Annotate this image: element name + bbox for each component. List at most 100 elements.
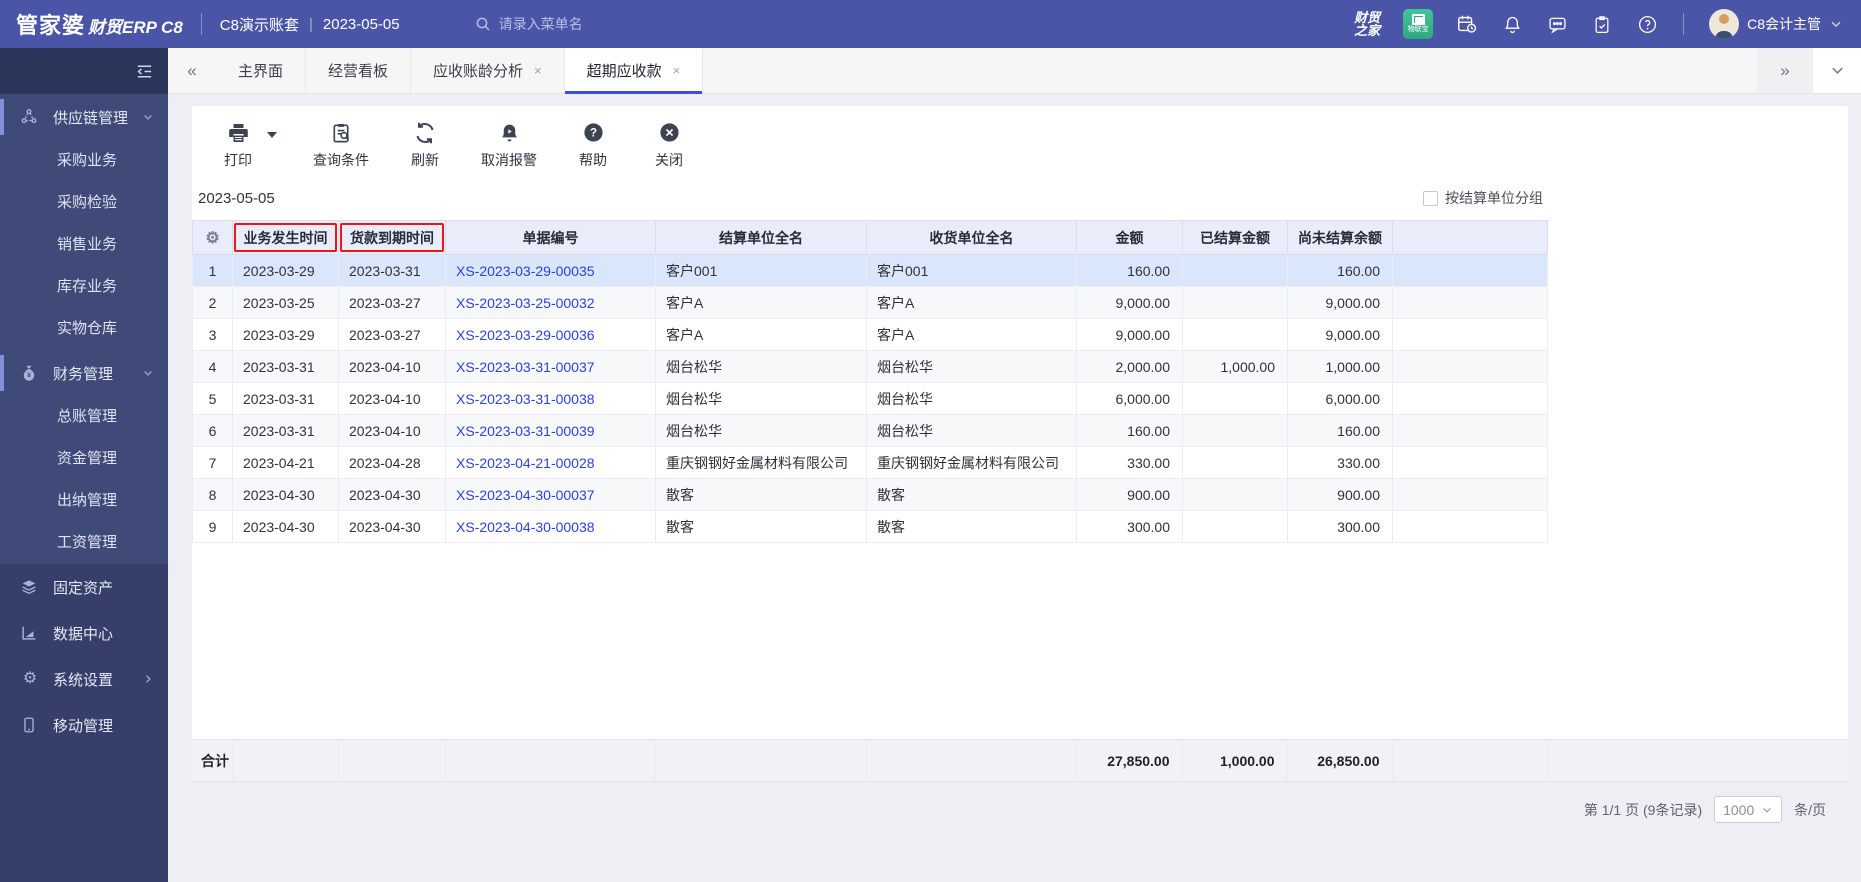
cell-doc_no[interactable]: XS-2023-04-30-00037 [446, 479, 656, 511]
menu-search[interactable] [475, 16, 649, 32]
cell-settle_unit: 烟台松华 [656, 351, 867, 383]
page-size-select[interactable]: 1000 [1714, 796, 1782, 823]
table-row[interactable]: 12023-03-292023-03-31XS-2023-03-29-00035… [193, 255, 1548, 287]
sidebar-item-funds-management[interactable]: 资金管理 [0, 438, 168, 480]
tabs-scroll-right-button[interactable]: » [1757, 48, 1813, 93]
cell-doc_no[interactable]: XS-2023-04-30-00038 [446, 511, 656, 543]
menu-search-input[interactable] [499, 16, 649, 32]
print-dropdown-caret[interactable] [267, 132, 277, 138]
cell-settled_amount [1183, 319, 1288, 351]
wulianbao-app-icon[interactable]: 物联宝 [1403, 9, 1433, 39]
cell-doc_no[interactable]: XS-2023-03-29-00036 [446, 319, 656, 351]
cell-filler [1393, 415, 1548, 447]
column-header-unsettled_balance[interactable]: 尚未结算余额 [1288, 221, 1393, 255]
sidebar-item-physical-warehouse[interactable]: 实物仓库 [0, 308, 168, 350]
cancel-alarm-button[interactable]: 取消报警 [481, 120, 537, 170]
app-logo: 管家婆 财贸ERP C8 [16, 8, 183, 40]
query-conditions-button[interactable]: 查询条件 [313, 120, 369, 170]
cell-rownum: 7 [193, 447, 233, 479]
cell-doc_no[interactable]: XS-2023-03-31-00037 [446, 351, 656, 383]
table-row[interactable]: 92023-04-302023-04-30XS-2023-04-30-00038… [193, 511, 1548, 543]
column-header-settle_unit[interactable]: 结算单位全名 [656, 221, 867, 255]
cell-amount: 6,000.00 [1077, 383, 1183, 415]
bell-icon[interactable] [1501, 13, 1523, 35]
cell-filler [1393, 287, 1548, 319]
divider: | [309, 16, 313, 33]
sidebar-collapse-icon[interactable] [135, 62, 154, 81]
cell-rownum: 5 [193, 383, 233, 415]
column-header-filler[interactable] [1393, 221, 1548, 255]
close-report-button[interactable]: 关闭 [649, 120, 689, 170]
close-icon[interactable]: × [534, 63, 542, 78]
sidebar-item-data-center[interactable]: 数据中心 [0, 610, 168, 656]
column-settings-icon[interactable]: ⚙ [205, 230, 219, 247]
caimao-home-logo[interactable]: 财贸 之家 [1354, 11, 1380, 37]
tabs-dropdown-button[interactable] [1813, 48, 1861, 93]
sidebar-item-finance[interactable]: ¥ 财务管理 [0, 350, 168, 396]
cell-doc_no[interactable]: XS-2023-03-29-00035 [446, 255, 656, 287]
column-header-rownum[interactable]: ⚙ [193, 221, 233, 255]
sidebar-item-inventory-business[interactable]: 库存业务 [0, 266, 168, 308]
cell-unsettled_balance: 9,000.00 [1288, 287, 1393, 319]
sidebar-item-general-ledger[interactable]: 总账管理 [0, 396, 168, 438]
cell-doc_no[interactable]: XS-2023-04-21-00028 [446, 447, 656, 479]
column-header-doc_no[interactable]: 单据编号 [446, 221, 656, 255]
cell-settle_unit: 客户A [656, 287, 867, 319]
sidebar-item-purchase-business[interactable]: 采购业务 [0, 140, 168, 182]
alarm-bell-icon [498, 120, 521, 145]
sidebar-item-fixed-assets[interactable]: 固定资产 [0, 564, 168, 610]
table-row[interactable]: 62023-03-312023-04-10XS-2023-03-31-00039… [193, 415, 1548, 447]
cell-doc_no[interactable]: XS-2023-03-25-00032 [446, 287, 656, 319]
checkbox[interactable] [1423, 191, 1438, 206]
user-menu[interactable]: C8会计主管 [1709, 9, 1843, 39]
message-icon[interactable] [1546, 13, 1568, 35]
clipboard-check-icon[interactable] [1591, 13, 1613, 35]
column-header-settled_amount[interactable]: 已结算金额 [1183, 221, 1288, 255]
tab-business-dashboard[interactable]: 经营看板 [306, 48, 411, 93]
table-row[interactable]: 32023-03-292023-03-27XS-2023-03-29-00036… [193, 319, 1548, 351]
svg-text:?: ? [589, 128, 596, 140]
cell-settle_unit: 重庆钢钢好金属材料有限公司 [656, 447, 867, 479]
column-header-receive_unit[interactable]: 收货单位全名 [867, 221, 1077, 255]
tabs-scroll-left-button[interactable]: « [168, 48, 216, 93]
per-page-label: 条/页 [1794, 800, 1826, 820]
table-row[interactable]: 42023-03-312023-04-10XS-2023-03-31-00037… [193, 351, 1548, 383]
column-header-due_date[interactable]: 货款到期时间 [339, 221, 446, 255]
total-cell-rownum: 合计 [192, 740, 232, 782]
sidebar-item-supply-chain[interactable]: 供应链管理 [0, 94, 168, 140]
tab-main-screen[interactable]: 主界面 [216, 48, 306, 93]
calendar-clock-icon[interactable] [1456, 13, 1478, 35]
sidebar-item-purchase-inspection[interactable]: 采购检验 [0, 182, 168, 224]
print-button[interactable]: 打印 [218, 120, 258, 170]
help-icon[interactable] [1636, 13, 1658, 35]
cell-doc_no[interactable]: XS-2023-03-31-00038 [446, 383, 656, 415]
help-button[interactable]: ? 帮助 [573, 120, 613, 170]
page-info: 第 1/1 页 (9条记录) [1584, 800, 1702, 820]
grid-empty-space [192, 543, 1848, 739]
sidebar-item-sales-business[interactable]: 销售业务 [0, 224, 168, 266]
sidebar-item-system-settings[interactable]: ⚙ 系统设置 [0, 656, 168, 702]
refresh-button[interactable]: 刷新 [405, 120, 445, 170]
tab-receivables-aging[interactable]: 应收账龄分析 × [411, 48, 565, 93]
column-header-amount[interactable]: 金额 [1077, 221, 1183, 255]
cell-receive_unit: 客户A [867, 319, 1077, 351]
table-row[interactable]: 82023-04-302023-04-30XS-2023-04-30-00037… [193, 479, 1548, 511]
tab-overdue-receivables[interactable]: 超期应收款 × [565, 48, 704, 93]
table-row[interactable]: 22023-03-252023-03-27XS-2023-03-25-00032… [193, 287, 1548, 319]
table-row[interactable]: 72023-04-212023-04-28XS-2023-04-21-00028… [193, 447, 1548, 479]
close-icon[interactable]: × [673, 63, 681, 78]
sidebar-item-cashier-management[interactable]: 出纳管理 [0, 480, 168, 522]
report-meta-row: 2023-05-05 按结算单位分组 [192, 180, 1547, 220]
chevron-down-icon [142, 367, 154, 379]
top-bar: 管家婆 财贸ERP C8 C8演示账套 | 2023-05-05 财贸 之家 物… [0, 0, 1861, 48]
sidebar-item-mobile-management[interactable]: 移动管理 [0, 702, 168, 748]
group-by-settle-unit-checkbox[interactable]: 按结算单位分组 [1423, 188, 1543, 208]
table-row[interactable]: 52023-03-312023-04-10XS-2023-03-31-00038… [193, 383, 1548, 415]
report-panel: 打印 查询条件 刷新 [192, 106, 1848, 782]
cell-doc_no[interactable]: XS-2023-03-31-00039 [446, 415, 656, 447]
column-header-biz_date[interactable]: 业务发生时间 [233, 221, 339, 255]
total-cell-doc_no [445, 740, 655, 782]
sidebar-item-payroll-management[interactable]: 工资管理 [0, 522, 168, 564]
cell-receive_unit: 烟台松华 [867, 383, 1077, 415]
wulianbao-label: 物联宝 [1408, 26, 1429, 34]
